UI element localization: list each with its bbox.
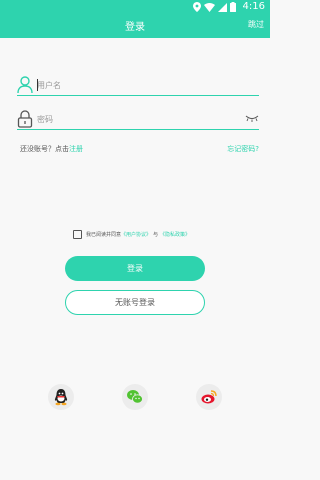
lock-icon [17, 110, 33, 128]
qq-icon [54, 389, 68, 406]
status-time: 4:16 [242, 1, 265, 12]
password-field [17, 108, 259, 130]
privacy-policy-link[interactable]: 《隐私政策》 [160, 231, 190, 238]
password-input[interactable] [37, 113, 227, 126]
wechat-login-button[interactable] [122, 384, 148, 410]
agreement-connector: 与 [153, 231, 159, 238]
user-agreement-link[interactable]: 《用户协议》 [121, 231, 151, 238]
guest-login-button[interactable]: 无账号登录 [65, 290, 205, 315]
wechat-icon [127, 390, 143, 404]
weibo-login-button[interactable] [196, 384, 222, 410]
register-link[interactable]: 注册 [69, 145, 83, 153]
login-button[interactable]: 登录 [65, 256, 205, 281]
weibo-icon [201, 390, 217, 404]
location-icon [193, 2, 201, 12]
user-icon [17, 76, 33, 94]
eye-closed-icon[interactable] [245, 113, 259, 123]
agreement-row: 我已阅读并同意 《用户协议》 与 《隐私政策》 [73, 229, 190, 239]
app-bar: 登录 跳过 [0, 14, 270, 38]
username-input[interactable] [37, 79, 227, 92]
page-title: 登录 [125, 22, 145, 33]
status-bar: 4:16 [0, 0, 270, 14]
qq-login-button[interactable] [48, 384, 74, 410]
text-cursor [37, 79, 38, 91]
status-icons [193, 2, 236, 12]
skip-button[interactable]: 跳过 [248, 19, 264, 30]
battery-icon [230, 2, 236, 12]
wifi-icon [204, 2, 215, 12]
register-prompt-text: 还没账号？点击 [20, 145, 69, 153]
agreement-text: 我已阅读并同意 [86, 231, 122, 238]
register-prompt: 还没账号？点击注册 [20, 144, 83, 154]
forgot-password-link[interactable]: 忘记密码? [227, 144, 259, 154]
agreement-checkbox[interactable] [73, 229, 82, 239]
signal-icon [218, 2, 227, 12]
username-field [17, 74, 259, 96]
